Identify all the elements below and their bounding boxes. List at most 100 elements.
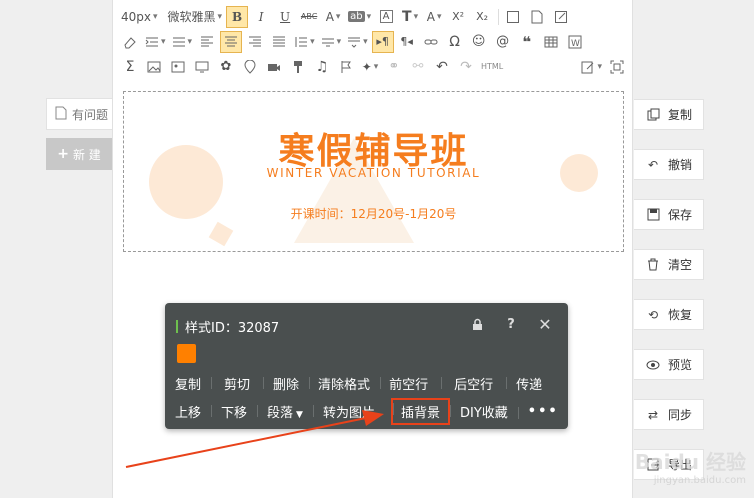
move-up-action[interactable]: 上移: [165, 402, 211, 421]
to-image-action[interactable]: 转为图片: [312, 402, 385, 421]
cut-action[interactable]: 剪切: [211, 374, 263, 393]
paragraph-after-icon[interactable]: [345, 31, 370, 53]
popup-header-icons: ? ✕: [468, 315, 554, 334]
style-id-header: 样式ID：32087: [176, 317, 279, 336]
save-button[interactable]: 保存: [634, 199, 704, 230]
blank-line-before-action[interactable]: 前空行: [380, 374, 441, 393]
redo-toolbar-icon[interactable]: ↷: [455, 56, 477, 78]
subscript-icon[interactable]: X₂: [471, 6, 493, 28]
green-bar: [176, 320, 178, 333]
table-icon[interactable]: [540, 31, 562, 53]
copy-button[interactable]: 复制: [634, 99, 704, 130]
image-icon[interactable]: [143, 56, 165, 78]
indent-icon[interactable]: [143, 31, 168, 53]
eraser-icon[interactable]: [119, 31, 141, 53]
plus-icon: +: [57, 146, 69, 162]
align-justify-icon[interactable]: [268, 31, 290, 53]
rtl-icon[interactable]: ¶◂: [396, 31, 418, 53]
paragraph-label: 段落: [267, 406, 294, 421]
restore-label: 恢复: [668, 308, 693, 322]
undo-icon: ↶: [647, 157, 659, 172]
line-spacing-icon[interactable]: [292, 31, 317, 53]
undo-button[interactable]: ↶ 撤销: [634, 149, 704, 180]
toolbar-row-1: 40px 微软雅黑 B I U ABC A ab A T A X² X₂: [119, 4, 630, 29]
pass-action[interactable]: 传递: [506, 374, 542, 393]
unlink-icon[interactable]: ⚯: [407, 56, 429, 78]
new-button[interactable]: + 新 建: [46, 138, 112, 170]
sigma-icon[interactable]: Σ: [119, 56, 141, 78]
diy-favorite-action[interactable]: DIY收藏: [450, 402, 518, 421]
toolbar: 40px 微软雅黑 B I U ABC A ab A T A X² X₂: [113, 0, 634, 82]
style-popup: 样式ID：32087 ? ✕ 复制 剪切 删除 清除格式 前空行 后空行 传递 …: [165, 303, 568, 429]
italic-icon[interactable]: I: [250, 6, 272, 28]
move-down-action[interactable]: 下移: [211, 402, 257, 421]
copy-icon: [646, 108, 660, 122]
insert-background-action[interactable]: 插背景: [390, 398, 450, 425]
toolbar-separator: [498, 8, 500, 25]
align-left-icon[interactable]: [196, 31, 218, 53]
font-family-select[interactable]: 微软雅黑: [166, 6, 225, 28]
decor-square: [208, 221, 234, 247]
more-icon[interactable]: •••: [517, 404, 569, 419]
watermark-brand: Baidu 经验: [634, 450, 746, 474]
checkbox-icon[interactable]: [502, 6, 524, 28]
restore-icon: ⟲: [647, 307, 659, 322]
border-icon[interactable]: A: [375, 6, 397, 28]
save-label: 保存: [668, 208, 693, 222]
edit-icon[interactable]: [550, 6, 572, 28]
format-brush-icon[interactable]: [287, 56, 309, 78]
delete-action[interactable]: 删除: [263, 374, 309, 393]
line-height-icon[interactable]: A: [423, 6, 445, 28]
letter-spacing-icon[interactable]: [170, 31, 195, 53]
background-color-icon[interactable]: ab: [346, 6, 373, 28]
map-icon[interactable]: [239, 56, 261, 78]
video-icon[interactable]: [263, 56, 285, 78]
text-size-icon[interactable]: T: [399, 6, 421, 28]
font-color-icon[interactable]: A: [322, 6, 344, 28]
bold-icon[interactable]: B: [226, 5, 249, 28]
html-toggle[interactable]: HTML: [479, 56, 505, 78]
help-icon[interactable]: ?: [502, 315, 520, 333]
font-size-select[interactable]: 40px: [119, 6, 160, 28]
underline-icon[interactable]: U: [274, 6, 296, 28]
sync-button[interactable]: ⇄ 同步: [634, 399, 704, 430]
copy-action[interactable]: 复制: [165, 374, 211, 393]
copy-label: 复制: [668, 108, 693, 122]
quote-icon[interactable]: ❝: [516, 31, 538, 53]
word-icon[interactable]: W: [564, 31, 586, 53]
new-doc-icon[interactable]: [526, 6, 548, 28]
flag-icon[interactable]: [335, 56, 357, 78]
color-swatch[interactable]: [177, 344, 196, 363]
lock-icon[interactable]: [468, 315, 486, 333]
paragraph-action[interactable]: 段落 ▼: [257, 402, 313, 421]
magic-wand-icon[interactable]: ✦: [359, 56, 381, 78]
hyperlink-icon[interactable]: ⚭: [383, 56, 405, 78]
screen-icon[interactable]: [191, 56, 213, 78]
edit-mode-icon[interactable]: [579, 56, 604, 78]
problem-button[interactable]: 有问题: [46, 98, 112, 130]
link-icon[interactable]: [420, 31, 442, 53]
align-right-icon[interactable]: [244, 31, 266, 53]
clear-format-action[interactable]: 清除格式: [309, 374, 380, 393]
restore-button[interactable]: ⟲ 恢复: [634, 299, 704, 330]
omega-icon[interactable]: Ω: [444, 31, 466, 53]
ltr-icon[interactable]: ▸¶: [371, 30, 394, 53]
banner-canvas[interactable]: 寒假辅导班 WINTER VACATION TUTORIAL 开课时间：12月2…: [123, 91, 624, 252]
close-icon[interactable]: ✕: [536, 315, 554, 334]
preview-button[interactable]: 预览: [634, 349, 704, 380]
strikethrough-icon[interactable]: ABC: [298, 6, 320, 28]
emoji-icon[interactable]: ☺: [468, 31, 490, 53]
superscript-icon[interactable]: X²: [447, 6, 469, 28]
palette-icon[interactable]: ✿: [215, 56, 237, 78]
sync-label: 同步: [668, 408, 693, 422]
banner-subtitle: WINTER VACATION TUTORIAL: [266, 166, 481, 180]
fullscreen-icon[interactable]: [606, 56, 628, 78]
music-icon[interactable]: ♫: [311, 56, 333, 78]
paragraph-before-icon[interactable]: [319, 31, 344, 53]
clear-button[interactable]: 清空: [634, 249, 704, 280]
undo-toolbar-icon[interactable]: ↶: [431, 56, 453, 78]
align-center-icon[interactable]: [220, 30, 243, 53]
at-icon[interactable]: @: [492, 31, 514, 53]
blank-line-after-action[interactable]: 后空行: [441, 374, 506, 393]
multi-image-icon[interactable]: [167, 56, 189, 78]
